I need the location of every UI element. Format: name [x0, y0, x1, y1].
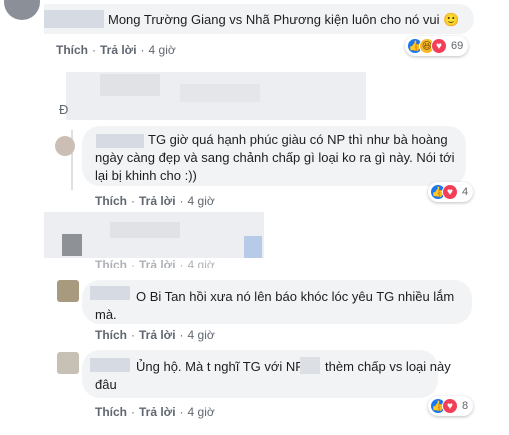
- comment-text-line: ngày càng đẹp và sang chảnh chấp gì loại…: [95, 150, 455, 165]
- timestamp[interactable]: 4 giờ: [188, 405, 215, 419]
- like-link[interactable]: Thích: [95, 258, 127, 268]
- redacted-word: [300, 357, 320, 374]
- reply-link[interactable]: Trả lời: [139, 328, 176, 342]
- comment-text-line: lại bị khinh cho :)): [95, 168, 197, 183]
- comment-text-part: Ủng hộ. Mà t nghĩ TG với NP: [136, 359, 304, 374]
- reaction-count: 4: [462, 186, 469, 198]
- comment-text-part: thèm chấp vs loại này: [325, 359, 451, 374]
- redacted-block-part: [244, 236, 262, 258]
- avatar[interactable]: [57, 280, 79, 302]
- avatar[interactable]: [4, 0, 40, 20]
- reaction-summary[interactable]: 👍 ♥ 4: [428, 182, 474, 202]
- like-link[interactable]: Thích: [95, 328, 127, 342]
- reply-link[interactable]: Trả lời: [139, 405, 176, 419]
- timestamp[interactable]: 4 giờ: [188, 258, 215, 268]
- love-icon: ♥: [431, 38, 447, 54]
- redacted-block-part: [180, 84, 260, 102]
- comment-actions: Thích · Trả lời · 4 giờ: [95, 258, 215, 268]
- comment-actions: Thích · Trả lời · 4 giờ: [95, 328, 215, 342]
- comment-actions: Thích · Trả lời · 4 giờ: [95, 194, 215, 208]
- reaction-count: 69: [451, 40, 464, 52]
- love-icon: ♥: [442, 398, 458, 414]
- partial-letter: Đ: [59, 102, 69, 117]
- reply-link[interactable]: Trả lời: [139, 194, 176, 208]
- reply-link[interactable]: Trả lời: [139, 258, 176, 268]
- like-link[interactable]: Thích: [95, 405, 127, 419]
- like-link[interactable]: Thích: [95, 194, 127, 208]
- comment-text-line: TG giờ quá hạnh phúc giàu có NP thì như …: [148, 132, 448, 147]
- reaction-summary[interactable]: 👍 ♥ 8: [428, 396, 474, 416]
- comment-bubble: [82, 350, 438, 398]
- like-link[interactable]: Thích: [56, 43, 88, 57]
- timestamp[interactable]: 4 giờ: [188, 194, 215, 208]
- timestamp[interactable]: 4 giờ: [149, 43, 176, 57]
- comment-actions: Thích · Trả lời · 4 giờ: [56, 43, 176, 57]
- avatar[interactable]: [55, 136, 75, 156]
- love-icon: ♥: [442, 184, 458, 200]
- reaction-count: 8: [462, 400, 469, 412]
- comment-text-line: mà.: [95, 307, 117, 322]
- timestamp[interactable]: 4 giờ: [188, 328, 215, 342]
- redacted-block-part: [62, 234, 82, 256]
- redacted-block-part: [110, 222, 180, 238]
- redacted-name: [96, 134, 144, 148]
- comment-text-line: O Bi Tan hồi xưa nó lên báo khóc lóc yêu…: [136, 289, 455, 304]
- avatar[interactable]: [57, 352, 79, 374]
- comment-text-line: đâu: [95, 377, 117, 392]
- comment-text: Mong Trường Giang vs Nhã Phương kiện luô…: [108, 12, 460, 27]
- comment-actions: Thích · Trả lời · 4 giờ: [95, 405, 215, 419]
- redacted-block-part: [100, 74, 160, 96]
- redacted-name: [44, 10, 104, 28]
- reaction-summary[interactable]: 👍 😆 ♥ 69: [405, 36, 469, 56]
- redacted-name: [90, 286, 130, 300]
- redacted-name: [90, 358, 130, 372]
- reply-link[interactable]: Trả lời: [100, 43, 137, 57]
